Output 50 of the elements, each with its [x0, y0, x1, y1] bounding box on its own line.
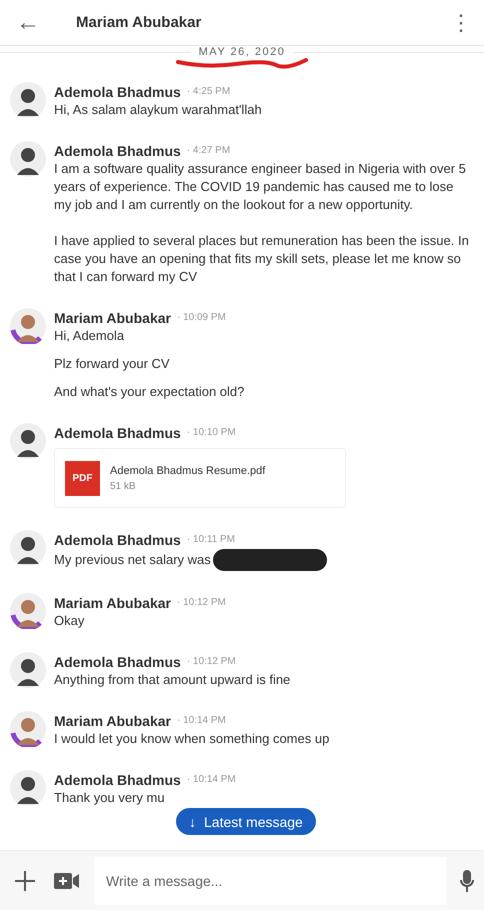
- message-text: Hi, Ademola: [54, 327, 124, 345]
- avatar: [10, 530, 46, 566]
- message-text: Thank you very mu: [54, 789, 165, 807]
- file-name: Ademola Bhadmus Resume.pdf: [110, 464, 266, 476]
- avatar: [10, 423, 46, 459]
- sender-name: Ademola Bhadmus: [54, 424, 181, 440]
- latest-message-button[interactable]: ↓ Latest message: [176, 808, 316, 835]
- sender-name: Mariam Abubakar: [54, 712, 171, 728]
- menu-button[interactable]: ⋮: [450, 12, 472, 34]
- sender-name: Ademola Bhadmus: [54, 84, 181, 100]
- file-size: 51 kB: [110, 480, 137, 492]
- message-text: Anything from that amount upward is fine: [54, 671, 290, 689]
- sender-name: Ademola Bhadmus: [54, 142, 181, 158]
- message-time: · 10:09 PM: [176, 312, 226, 323]
- message-text: My previous net salary was: [54, 551, 211, 569]
- plus-icon: [14, 870, 36, 892]
- message-time: · 10:10 PM: [186, 427, 236, 438]
- message-time: · 10:14 PM: [186, 774, 236, 785]
- message-text: And what's your expectation old?: [54, 383, 244, 401]
- message-time: · 10:11 PM: [186, 534, 235, 545]
- sender-name: Mariam Abubakar: [54, 310, 171, 326]
- message-time: · 10:12 PM: [186, 656, 236, 667]
- message-text: Okay: [54, 612, 84, 630]
- message-time: · 4:27 PM: [186, 145, 230, 156]
- message-input[interactable]: Write a message...: [94, 856, 446, 904]
- avatar: [10, 652, 46, 688]
- sender-name: Ademola Bhadmus: [54, 654, 181, 670]
- chat-title: Mariam Abubakar: [76, 14, 202, 31]
- file-attachment[interactable]: PDF Ademola Bhadmus Resume.pdf 51 kB: [54, 448, 346, 508]
- message-text: I am a software quality assurance engineer based in Nigeria with over 5 years of experience. The COVID 19 pandemic has caused me to lose my job and I am currently on the lookout for a new opportunity.: [54, 160, 467, 214]
- message-time: · 10:14 PM: [176, 715, 226, 726]
- avatar: [10, 141, 46, 177]
- avatar: [10, 770, 46, 806]
- avatar: [10, 82, 46, 118]
- microphone-icon[interactable]: [460, 868, 474, 892]
- message-time: · 10:12 PM: [176, 597, 226, 608]
- back-button[interactable]: ←: [16, 10, 40, 34]
- message-time: · 4:25 PM: [186, 86, 230, 97]
- message-text: I have applied to several places but remuneration has been the issue. In case you have an opening that fits my skill sets, please let me know so that I can forward my CV: [54, 232, 470, 286]
- sender-name: Ademola Bhadmus: [54, 772, 181, 788]
- avatar: [10, 711, 46, 747]
- message-text: Hi, As salam alaykum warahmat'llah: [54, 101, 262, 119]
- avatar: [10, 308, 46, 344]
- sender-name: Ademola Bhadmus: [54, 532, 181, 548]
- message-text: Plz forward your CV: [54, 355, 170, 373]
- video-icon[interactable]: [54, 872, 80, 890]
- avatar: [10, 593, 46, 629]
- message-text: I would let you know when something comes up: [54, 730, 330, 748]
- sender-name: Mariam Abubakar: [54, 594, 171, 610]
- pdf-icon: PDF: [65, 460, 100, 496]
